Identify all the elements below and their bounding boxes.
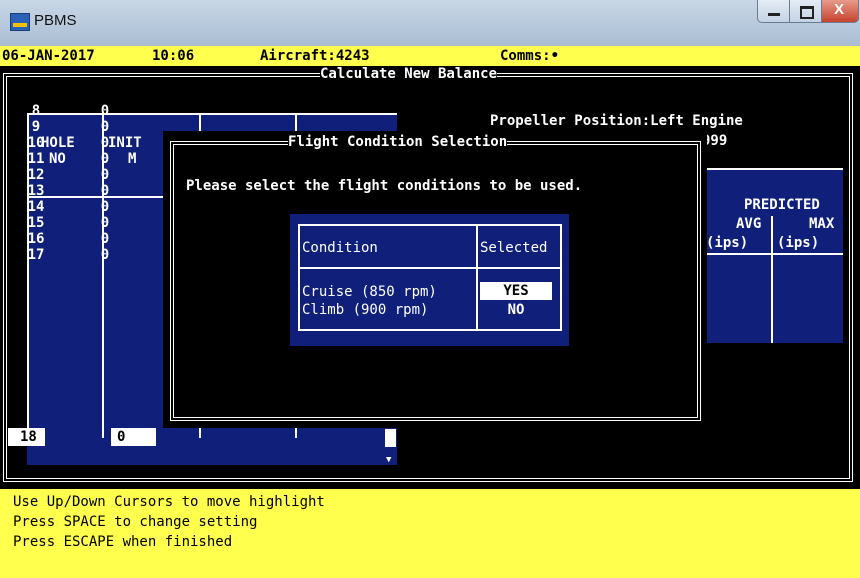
init-value: 0	[100, 151, 110, 167]
highlighted-hole-cell[interactable]: 18	[8, 428, 45, 446]
predicted-table	[702, 168, 843, 343]
hole-number: 17	[27, 247, 45, 263]
hole-number: 13	[27, 183, 45, 199]
condition-cruise[interactable]: Cruise (850 rpm)	[302, 284, 437, 300]
init-value: 0	[100, 199, 110, 215]
status-header: 06-JAN-2017 10:06 Aircraft:4243 Comms:•	[0, 46, 860, 66]
header-comms: Comms:•	[500, 48, 560, 64]
header-time: 10:06	[152, 48, 195, 64]
scroll-down-icon[interactable]: ▼	[386, 455, 391, 465]
app-logo-icon	[10, 13, 30, 31]
window-title: PBMS	[34, 12, 77, 29]
table-border	[771, 216, 773, 343]
help-line: Press SPACE to change setting	[13, 514, 258, 530]
col-header-selected: Selected	[480, 240, 548, 256]
col-header-condition: Condition	[302, 240, 378, 256]
predicted-max-label: MAX	[809, 216, 835, 232]
hole-number: 11	[27, 151, 45, 167]
help-line: Press ESCAPE when finished	[13, 534, 233, 550]
hole-number: 10	[27, 135, 45, 151]
init-value: 0	[100, 231, 110, 247]
close-button[interactable]: X	[821, 0, 859, 23]
hole-number: 15	[27, 215, 45, 231]
hole-number: 9	[31, 119, 41, 135]
hole-number: 16	[27, 231, 45, 247]
maximize-button[interactable]	[789, 0, 823, 23]
init-value: 0	[100, 119, 110, 135]
table-border	[702, 168, 843, 170]
condition-table: Condition Selected Cruise (850 rpm) Clim…	[290, 214, 569, 346]
table-border	[298, 224, 561, 226]
dialog-title: Flight Condition Selection	[288, 134, 508, 150]
init-value: 0	[100, 103, 110, 119]
predicted-avg-unit: (ips)	[706, 235, 749, 251]
minimize-button[interactable]	[757, 0, 791, 23]
dialog-message: Please select the flight conditions to b…	[186, 178, 583, 194]
predicted-title: PREDICTED	[744, 197, 820, 213]
init-value: 0	[100, 167, 110, 183]
highlighted-init-cell[interactable]: 0	[111, 428, 156, 446]
header-aircraft: Aircraft:4243	[260, 48, 370, 64]
selected-toggle-cruise[interactable]: YES	[480, 282, 552, 300]
table-border	[298, 329, 561, 331]
screen-title: Calculate New Balance	[320, 66, 498, 82]
selected-toggle-climb[interactable]: NO	[480, 302, 552, 318]
init-value: 0	[100, 135, 110, 151]
text-cursor	[385, 429, 396, 447]
help-panel: Use Up/Down Cursors to move highlight Pr…	[0, 489, 860, 578]
predicted-max-unit: (ips)	[777, 235, 820, 251]
close-icon: X	[834, 1, 845, 18]
col-header-init-sub: M	[128, 151, 137, 167]
window-title-bar: PBMS X	[0, 0, 860, 46]
header-date: 06-JAN-2017	[2, 48, 95, 64]
table-border	[560, 224, 562, 331]
init-value: 0	[100, 183, 110, 199]
table-border	[27, 113, 397, 115]
table-border	[298, 267, 561, 269]
hole-number: 8	[31, 103, 41, 119]
init-value: 0	[100, 215, 110, 231]
hole-number: 14	[27, 199, 45, 215]
predicted-avg-label: AVG	[736, 216, 762, 232]
table-border	[298, 224, 300, 331]
init-value: 0	[100, 247, 110, 263]
help-line: Use Up/Down Cursors to move highlight	[13, 494, 325, 510]
col-header-hole-no: NO	[49, 151, 66, 167]
propeller-position: Propeller Position:Left Engine	[490, 113, 743, 129]
table-border	[476, 224, 478, 331]
highlighted-hole-value: 18	[20, 429, 37, 445]
table-border	[702, 253, 843, 255]
highlighted-init-value: 0	[117, 429, 126, 445]
condition-climb[interactable]: Climb (900 rpm)	[302, 302, 428, 318]
hole-number: 12	[27, 167, 45, 183]
